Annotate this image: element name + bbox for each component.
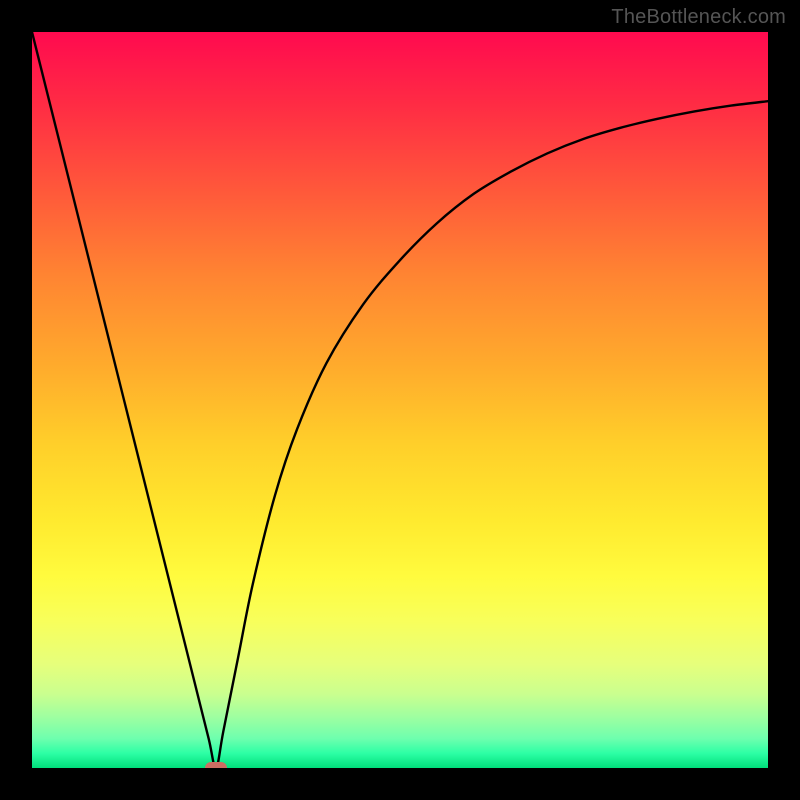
chart-frame: TheBottleneck.com	[0, 0, 800, 800]
optimal-marker	[205, 762, 227, 768]
watermark-text: TheBottleneck.com	[611, 6, 786, 29]
curve-svg	[32, 32, 768, 768]
plot-area	[32, 32, 768, 768]
bottleneck-curve	[32, 32, 768, 768]
